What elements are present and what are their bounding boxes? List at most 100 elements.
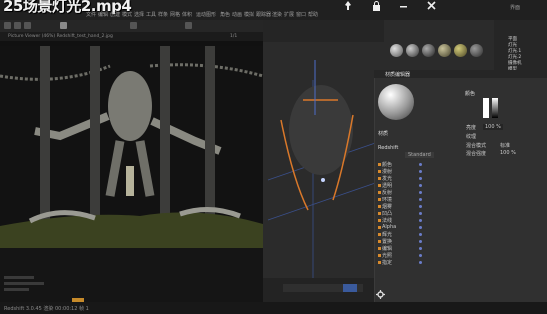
settings-icon[interactable] [185, 22, 192, 29]
menu-create[interactable]: 创建 [110, 11, 120, 18]
timeline[interactable] [263, 278, 384, 302]
channel-3[interactable]: 透明 [382, 182, 392, 189]
mix-mode-value[interactable]: 标准 [500, 142, 510, 149]
color-field-label: 颜色 [465, 91, 476, 97]
menu-tools[interactable]: 工具 [146, 11, 156, 18]
stop-icon[interactable] [14, 22, 21, 29]
minimize-icon[interactable] [397, 1, 409, 11]
record-button[interactable] [343, 284, 357, 292]
snapshot-icon[interactable] [24, 22, 31, 29]
material-swatch-4[interactable] [438, 44, 451, 57]
material-swatch-1[interactable] [390, 44, 403, 57]
menu-edit[interactable]: 编辑 [98, 11, 108, 18]
channel-6[interactable]: 烟雾 [382, 203, 392, 210]
menu-select[interactable]: 选择 [134, 11, 144, 18]
menu-volume[interactable]: 体积 [182, 11, 192, 18]
channel-1[interactable]: 漫射 [382, 168, 392, 175]
channel-check-7[interactable] [378, 212, 381, 215]
layout-label[interactable]: 界面 [510, 4, 520, 11]
channel-check-14[interactable] [378, 261, 381, 264]
channel-check-10[interactable] [378, 233, 381, 236]
channel-check-13[interactable] [378, 254, 381, 257]
type-dropdown[interactable]: Standard [405, 152, 434, 158]
menu-animate[interactable]: 动画 [232, 11, 242, 18]
channel-check-8[interactable] [378, 219, 381, 222]
lock-icon[interactable] [370, 1, 382, 11]
channel-0[interactable]: 颜色 [382, 161, 392, 168]
channel-check-9[interactable] [378, 226, 381, 229]
channel-4[interactable]: 反射 [382, 189, 392, 196]
channel-12[interactable]: 编辑 [382, 245, 392, 252]
channel-8[interactable]: 法线 [382, 217, 392, 224]
mix-strength-value[interactable]: 100 % [500, 150, 516, 156]
channel-check-2[interactable] [378, 177, 381, 180]
channel-14[interactable]: 指定 [382, 259, 392, 266]
channel-dot-1 [419, 170, 422, 173]
close-icon[interactable] [425, 1, 437, 11]
viewer-status-panel [0, 272, 263, 302]
menu-bar: 25场景灯光2.mp4 文件 编辑 创建 模式 选择 工具 样条 网格 体积 运… [0, 0, 547, 20]
gear-icon[interactable] [376, 290, 385, 299]
material-swatch-2[interactable] [406, 44, 419, 57]
channel-5[interactable]: 环境 [382, 196, 392, 203]
rendered-image [0, 46, 264, 272]
menu-extensions[interactable]: 扩展 [284, 11, 294, 18]
channel-dot-10 [419, 233, 422, 236]
mix-strength-label: 混合强度 [466, 151, 487, 157]
channel-10[interactable]: 辉光 [382, 231, 392, 238]
menu-simulate[interactable]: 模拟 [244, 11, 254, 18]
channel-13[interactable]: 光照 [382, 252, 392, 259]
viewer-toolbar [0, 20, 263, 32]
color-gradient-slider[interactable] [492, 98, 498, 118]
channel-check-12[interactable] [378, 247, 381, 250]
menu-mode[interactable]: 模式 [122, 11, 132, 18]
channel-check-6[interactable] [378, 205, 381, 208]
3d-viewport[interactable] [263, 20, 385, 302]
status-line-3 [4, 288, 29, 291]
menu-render[interactable]: 渲染 [272, 11, 282, 18]
render-icon[interactable] [4, 22, 11, 29]
menu-character[interactable]: 角色 [220, 11, 230, 18]
object-manager: 平面 灯光 灯光.1 灯光.2 摄像机 模型 [494, 20, 547, 76]
channel-dot-7 [419, 212, 422, 215]
viewer-filename: Picture Viewer (46%) Redshift_test_hand_… [8, 34, 113, 39]
section-label: Redshift [378, 145, 399, 151]
menu-mograph[interactable]: 运动图形 [196, 11, 216, 18]
menu-file[interactable]: 文件 [86, 11, 96, 18]
menu-spline[interactable]: 样条 [158, 11, 168, 18]
viewer-frame: 1/1 [230, 34, 238, 39]
channel-dot-6 [419, 205, 422, 208]
channel-dot-11 [419, 240, 422, 243]
channel-check-11[interactable] [378, 240, 381, 243]
zoom-icon[interactable] [130, 22, 137, 29]
material-name[interactable]: 材质 [378, 130, 388, 137]
material-editor-header: 材质编辑器 [374, 70, 547, 78]
status-line-1 [4, 276, 34, 279]
channel-dot-9 [419, 226, 422, 229]
channel-check-4[interactable] [378, 191, 381, 194]
menu-tracker[interactable]: 跟踪器 [256, 11, 271, 18]
lock-view-icon[interactable] [60, 22, 67, 29]
brightness-value[interactable]: 100 % [483, 124, 503, 130]
status-text: Redshift 3.0.45 渲染 00:00:12 帧 1 [4, 306, 89, 312]
channel-check-5[interactable] [378, 198, 381, 201]
channel-check-0[interactable] [378, 163, 381, 166]
channel-11[interactable]: 置换 [382, 238, 392, 245]
channel-9[interactable]: Alpha [382, 224, 396, 230]
material-swatch-3[interactable] [422, 44, 435, 57]
channel-dot-3 [419, 184, 422, 187]
pin-icon[interactable] [342, 1, 354, 11]
channel-dot-14 [419, 261, 422, 264]
material-swatch-6[interactable] [470, 44, 483, 57]
menu-window[interactable]: 窗口 [296, 11, 306, 18]
channel-check-1[interactable] [378, 170, 381, 173]
channel-2[interactable]: 发光 [382, 175, 392, 182]
color-swatch[interactable] [483, 98, 489, 118]
channel-check-3[interactable] [378, 184, 381, 187]
material-swatch-5[interactable] [454, 44, 467, 57]
menu-help[interactable]: 帮助 [308, 11, 318, 18]
menu-mesh[interactable]: 网格 [170, 11, 180, 18]
mix-mode-label: 混合模式 [466, 143, 487, 149]
material-preview [378, 84, 414, 120]
channel-7[interactable]: 凹凸 [382, 210, 392, 217]
